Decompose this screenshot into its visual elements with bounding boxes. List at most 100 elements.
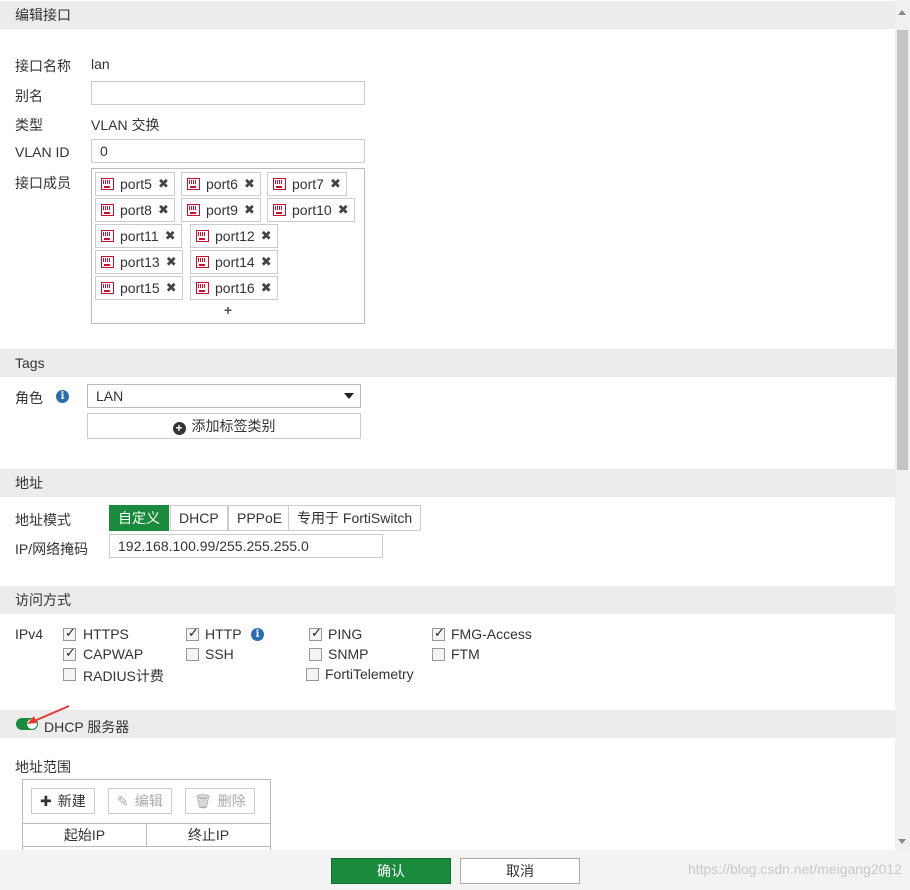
- member-chip-port8[interactable]: port8 ✖: [95, 198, 175, 222]
- member-label: port11: [120, 228, 159, 244]
- port-icon: [101, 256, 114, 268]
- column-header-start-ip[interactable]: 起始IP: [23, 823, 147, 847]
- http-checkbox[interactable]: [186, 625, 199, 641]
- type-label: 类型: [15, 117, 43, 133]
- port-icon: [196, 282, 209, 294]
- watermark: https://blog.csdn.net/meigang2012: [687, 861, 902, 877]
- capwap-checkbox[interactable]: [63, 645, 76, 661]
- mode-pppoe-button[interactable]: PPPoE: [228, 505, 292, 531]
- remove-member-icon[interactable]: ✖: [244, 173, 255, 195]
- annotation-arrow-icon: [27, 705, 70, 724]
- edit-button[interactable]: ✎ 编辑: [108, 788, 172, 814]
- new-button[interactable]: ✚ 新建: [31, 788, 95, 814]
- alias-input[interactable]: [91, 81, 365, 105]
- member-chip-port15[interactable]: port15 ✖: [95, 276, 183, 300]
- info-icon[interactable]: i: [251, 628, 264, 641]
- vlan-id-label: VLAN ID: [15, 144, 70, 160]
- ssh-label: SSH: [205, 646, 234, 662]
- remove-member-icon[interactable]: ✖: [158, 173, 169, 195]
- alias-label: 别名: [15, 88, 43, 104]
- add-tag-category-button[interactable]: + 添加标签类别: [87, 413, 361, 439]
- ping-checkbox[interactable]: [309, 625, 322, 641]
- delete-label: 删除: [217, 793, 246, 809]
- member-chip-port10[interactable]: port10 ✖: [267, 198, 355, 222]
- mode-dhcp-button[interactable]: DHCP: [170, 505, 228, 531]
- member-label: port8: [120, 202, 152, 218]
- mode-fortiswitch-button[interactable]: 专用于 FortiSwitch: [288, 505, 422, 531]
- remove-member-icon[interactable]: ✖: [261, 277, 272, 299]
- add-member-icon[interactable]: +: [92, 302, 364, 318]
- trash-icon: 🗑: [194, 793, 212, 809]
- remove-member-icon[interactable]: ✖: [165, 225, 176, 247]
- member-label: port6: [206, 176, 238, 192]
- capwap-label: CAPWAP: [83, 646, 144, 662]
- member-chip-port13[interactable]: port13 ✖: [95, 250, 183, 274]
- remove-member-icon[interactable]: ✖: [338, 199, 349, 221]
- member-label: port14: [215, 254, 255, 270]
- ipv4-label: IPv4: [15, 626, 44, 642]
- snmp-checkbox[interactable]: [309, 648, 322, 661]
- radius-accounting-checkbox[interactable]: [63, 668, 76, 681]
- member-chip-port16[interactable]: port16 ✖: [190, 276, 278, 300]
- section-header-tags: Tags: [0, 349, 895, 377]
- member-label: port7: [292, 176, 324, 192]
- https-checkbox[interactable]: [63, 625, 76, 641]
- address-range-label: 地址范围: [15, 759, 71, 775]
- https-label: HTTPS: [83, 626, 129, 642]
- member-label: port15: [120, 280, 160, 296]
- info-icon[interactable]: i: [56, 390, 69, 403]
- remove-member-icon[interactable]: ✖: [244, 199, 255, 221]
- remove-member-icon[interactable]: ✖: [166, 277, 177, 299]
- ip-netmask-label: IP/网络掩码: [15, 541, 89, 557]
- pencil-icon: ✎: [117, 793, 129, 809]
- member-chip-port14[interactable]: port14 ✖: [190, 250, 278, 274]
- edit-label: 编辑: [134, 793, 163, 809]
- port-icon: [273, 204, 286, 216]
- member-label: port5: [120, 176, 152, 192]
- remove-member-icon[interactable]: ✖: [330, 173, 341, 195]
- interface-members-box[interactable]: port5 ✖ port6 ✖ port7 ✖ port8 ✖ port9 ✖ port1…: [91, 168, 365, 324]
- remove-member-icon[interactable]: ✖: [261, 225, 272, 247]
- member-chip-port7[interactable]: port7 ✖: [267, 172, 347, 196]
- vertical-scrollbar[interactable]: [895, 0, 910, 850]
- scroll-thumb[interactable]: [897, 30, 908, 470]
- member-chip-port11[interactable]: port11 ✖: [95, 224, 182, 248]
- confirm-button[interactable]: 确认: [331, 858, 451, 884]
- member-chip-port5[interactable]: port5 ✖: [95, 172, 175, 196]
- scroll-down-icon[interactable]: [898, 839, 906, 844]
- role-label: 角色: [15, 390, 43, 406]
- member-chip-port12[interactable]: port12 ✖: [190, 224, 278, 248]
- port-icon: [101, 178, 114, 190]
- fmg-access-checkbox[interactable]: [432, 625, 445, 641]
- port-icon: [101, 230, 114, 242]
- ip-netmask-input[interactable]: 192.168.100.99/255.255.255.0: [109, 534, 383, 558]
- column-header-end-ip[interactable]: 终止IP: [147, 823, 270, 847]
- delete-button[interactable]: 🗑 删除: [185, 788, 255, 814]
- member-chip-port6[interactable]: port6 ✖: [181, 172, 261, 196]
- member-label: port10: [292, 202, 332, 218]
- role-select[interactable]: LAN: [87, 384, 361, 408]
- section-header-address: 地址: [0, 469, 895, 497]
- http-label: HTTP: [205, 626, 242, 642]
- fmg-access-label: FMG-Access: [451, 626, 532, 642]
- ftm-checkbox[interactable]: [432, 648, 445, 661]
- type-value: VLAN 交换: [91, 117, 160, 133]
- cancel-button[interactable]: 取消: [460, 858, 580, 884]
- port-icon: [101, 204, 114, 216]
- member-chip-port9[interactable]: port9 ✖: [181, 198, 261, 222]
- interface-members-label: 接口成员: [15, 175, 71, 191]
- fortitelemetry-checkbox[interactable]: [306, 668, 319, 681]
- add-tag-category-label: 添加标签类别: [191, 418, 276, 434]
- vlan-id-input[interactable]: 0: [91, 139, 365, 163]
- port-icon: [273, 178, 286, 190]
- ping-label: PING: [328, 626, 363, 642]
- remove-member-icon[interactable]: ✖: [261, 251, 272, 273]
- remove-member-icon[interactable]: ✖: [158, 199, 169, 221]
- scroll-up-icon[interactable]: [898, 10, 906, 15]
- ssh-checkbox[interactable]: [186, 648, 199, 661]
- port-icon: [196, 230, 209, 242]
- member-label: port12: [215, 228, 255, 244]
- remove-member-icon[interactable]: ✖: [166, 251, 177, 273]
- mode-custom-button[interactable]: 自定义: [109, 505, 169, 531]
- edit-interface-page: 编辑接口 接口名称 lan 别名 类型 VLAN 交换 VLAN ID 0 接口…: [0, 0, 895, 850]
